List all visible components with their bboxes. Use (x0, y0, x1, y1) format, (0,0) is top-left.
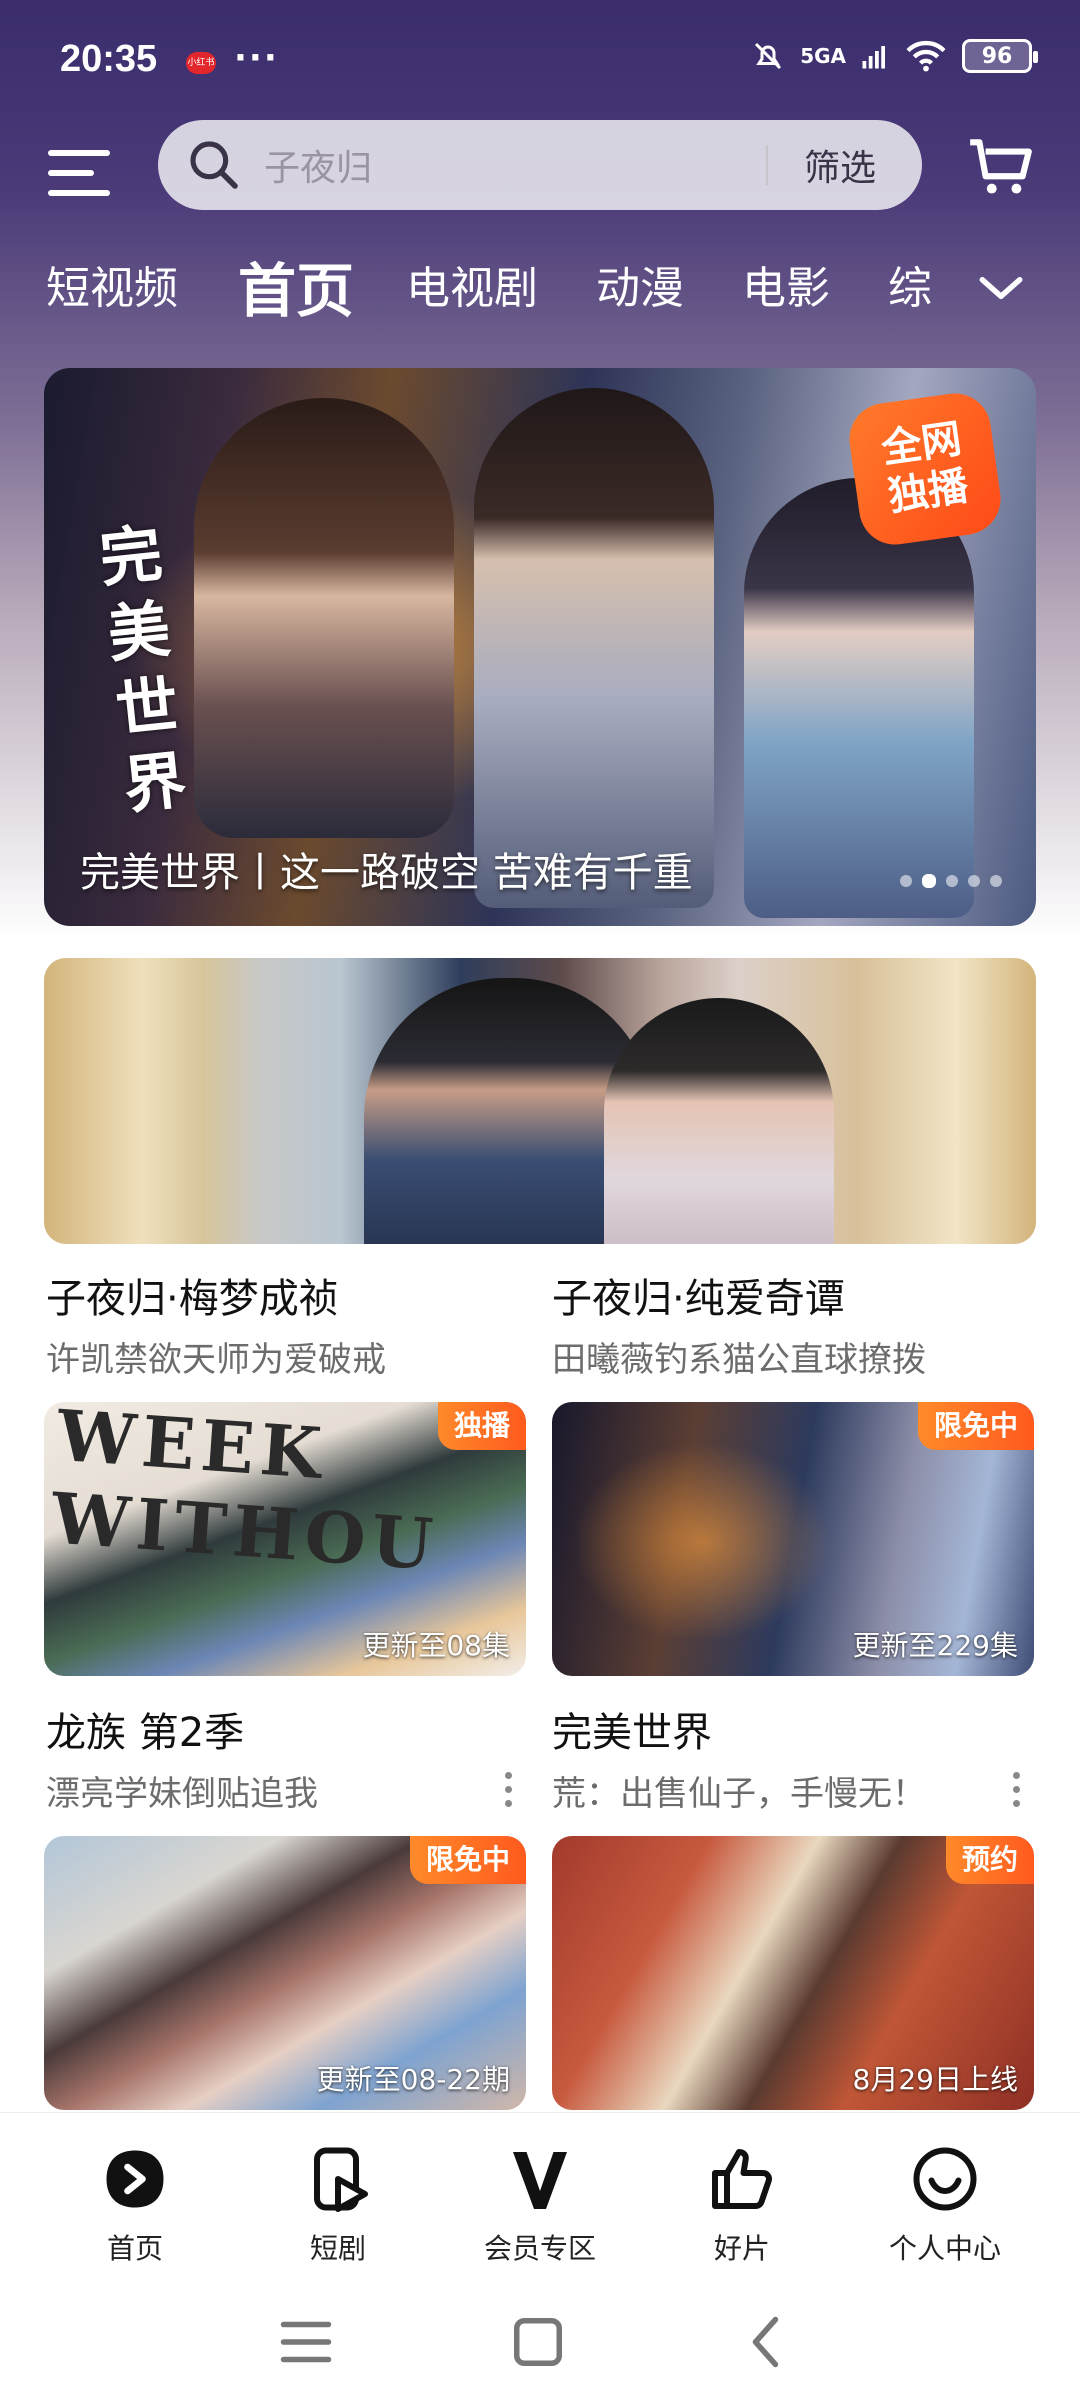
bottom-navigation: 首页 短剧 会员专区 好片 个人中心 (0, 2112, 1080, 2282)
card-update-status: 更新至08-22期 (316, 2063, 510, 2096)
search-icon (190, 141, 238, 189)
thumbnail-glow (572, 1442, 832, 1642)
feature-title-right[interactable]: 子夜归·纯爱奇谭 (552, 1266, 845, 1324)
battery-level: 96 (981, 43, 1013, 69)
play-icon (106, 2150, 164, 2208)
card-tag: 限免中 (917, 1402, 1034, 1450)
tab-home[interactable]: 首页 (238, 244, 354, 328)
page-dot (990, 875, 1002, 887)
tab-movies[interactable]: 电影 (742, 252, 830, 316)
card-thumbnail-upcoming-drama[interactable]: 预约 8月29日上线 (552, 1836, 1034, 2110)
card-thumbnail-dragon-raja[interactable]: WEEK WITHOU 独播 更新至08集 (44, 1402, 526, 1676)
recent-apps-icon[interactable] (276, 2312, 336, 2372)
tab-anime[interactable]: 动漫 (596, 252, 684, 316)
banner-caption: 完美世界丨这一路破空 苦难有千重 (80, 850, 693, 896)
app-header: 子夜归 筛选 (0, 120, 1080, 240)
nav-home[interactable]: 首页 (60, 2143, 210, 2267)
nav-label: 好片 (713, 2232, 770, 2265)
page-dot (900, 875, 912, 887)
category-tabs: 短视频 首页 电视剧 动漫 电影 综 (0, 252, 1080, 332)
nav-good-films[interactable]: 好片 (667, 2143, 817, 2267)
page-dot (946, 875, 958, 887)
more-notifications-icon: ··· (234, 38, 279, 78)
banner-character-right (744, 478, 974, 918)
banner-character-center (474, 388, 714, 908)
battery-icon: 96 (962, 39, 1038, 73)
banner-page-indicator (900, 874, 1002, 888)
nav-label: 短剧 (309, 2232, 366, 2265)
card-update-status: 更新至229集 (852, 1629, 1018, 1662)
filter-button[interactable]: 筛选 (768, 139, 922, 191)
app-notification-icon: 小红书 (186, 52, 216, 74)
more-options-icon[interactable] (1012, 1772, 1022, 1808)
status-bar: 20:35 小红书 ··· 5GA 96 (0, 0, 1080, 120)
nav-label: 会员专区 (483, 2232, 596, 2265)
feature-character-woman (604, 998, 834, 1244)
card-update-status: 更新至08集 (362, 1629, 510, 1662)
nav-vip[interactable]: 会员专区 (465, 2143, 615, 2267)
page-dot (968, 875, 980, 887)
feature-subtitle-right: 田曦薇钓系猫公直球撩拨 (552, 1340, 926, 1380)
signal-icon (862, 46, 885, 69)
card-title[interactable]: 完美世界 (552, 1700, 712, 1758)
short-drama-icon (314, 2147, 368, 2212)
nav-short-drama[interactable]: 短剧 (263, 2143, 413, 2267)
search-input[interactable]: 子夜归 (264, 139, 766, 191)
nav-label: 首页 (106, 2232, 163, 2265)
card-subtitle: 荒：出售仙子，手慢无！ (552, 1774, 926, 1814)
feature-title-left[interactable]: 子夜归·梅梦成祯 (46, 1266, 339, 1324)
card-tag: 独播 (437, 1402, 526, 1450)
mute-bell-icon (755, 42, 782, 70)
search-bar[interactable]: 子夜归 筛选 (158, 120, 922, 210)
status-time: 20:35 (60, 38, 158, 80)
feature-subtitle-left: 许凯禁欲天师为爱破戒 (46, 1340, 386, 1380)
card-tag: 预约 (945, 1836, 1034, 1884)
page-dot-active (922, 874, 936, 888)
card-thumbnail-perfect-world[interactable]: 限免中 更新至229集 (552, 1402, 1034, 1676)
system-navigation-bar (0, 2282, 1080, 2400)
thumbs-up-icon (712, 2149, 772, 2209)
card-release-date: 8月29日上线 (852, 2063, 1018, 2096)
exclusive-badge: 全网 独播 (844, 388, 1006, 550)
tab-short-video[interactable]: 短视频 (46, 252, 178, 316)
hero-banner[interactable]: 完 美 世 界 全网 独播 完美世界丨这一路破空 苦难有千重 (44, 368, 1036, 926)
menu-icon[interactable] (48, 150, 110, 200)
home-button-icon[interactable] (508, 2312, 568, 2372)
feature-image[interactable] (44, 958, 1036, 1244)
network-type: 5GA (800, 44, 846, 68)
vip-icon (513, 2152, 567, 2209)
card-title[interactable]: 龙族 第2季 (46, 1700, 244, 1758)
profile-icon (913, 2147, 977, 2211)
card-thumbnail-variety-show[interactable]: 限免中 更新至08-22期 (44, 1836, 526, 2110)
status-icons: 5GA 96 (750, 38, 1038, 74)
wifi-icon (906, 40, 946, 72)
nav-label: 个人中心 (888, 2232, 1001, 2265)
banner-character-left (194, 398, 454, 838)
more-options-icon[interactable] (504, 1772, 514, 1808)
nav-profile[interactable]: 个人中心 (870, 2143, 1020, 2267)
tab-tv-series[interactable]: 电视剧 (406, 252, 538, 316)
back-icon[interactable] (738, 2312, 798, 2372)
cart-icon[interactable] (964, 130, 1038, 204)
card-tag: 限免中 (409, 1836, 526, 1884)
chevron-down-icon[interactable] (976, 270, 1026, 306)
card-subtitle: 漂亮学妹倒贴追我 (46, 1774, 318, 1814)
tab-variety[interactable]: 综 (888, 252, 932, 316)
